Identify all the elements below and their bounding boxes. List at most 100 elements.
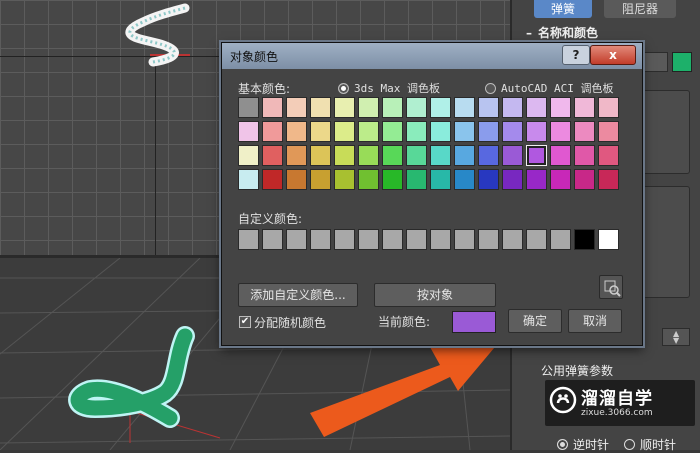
basic-color-swatch[interactable] [478,145,499,166]
custom-color-swatch[interactable] [406,229,427,250]
basic-color-swatch[interactable] [430,169,451,190]
basic-color-swatch[interactable] [238,145,259,166]
cancel-button[interactable]: 取消 [568,309,622,333]
palette-max-radio[interactable] [338,83,349,94]
basic-color-swatch[interactable] [262,169,283,190]
custom-color-swatch[interactable] [382,229,403,250]
basic-color-swatch[interactable] [358,97,379,118]
basic-color-swatch[interactable] [454,121,475,142]
basic-color-swatch[interactable] [574,169,595,190]
tab-damper[interactable]: 阻尼器 [604,0,676,18]
basic-color-swatch[interactable] [598,121,619,142]
basic-color-swatch[interactable] [286,121,307,142]
custom-color-swatch[interactable] [238,229,259,250]
object-color-swatch[interactable] [672,52,692,72]
basic-color-swatch[interactable] [358,121,379,142]
basic-color-swatch[interactable] [502,145,523,166]
help-button[interactable]: ? [562,45,590,65]
radio-ccw[interactable]: 逆时针 [557,436,609,453]
basic-color-swatch[interactable] [430,97,451,118]
basic-color-swatch[interactable] [262,145,283,166]
custom-color-swatch[interactable] [478,229,499,250]
spinner-arrows-icon[interactable]: ▲ ▼ [673,330,683,345]
basic-color-swatch[interactable] [382,145,403,166]
basic-color-swatch[interactable] [454,145,475,166]
basic-color-swatch[interactable] [382,97,403,118]
basic-color-swatch[interactable] [574,145,595,166]
basic-color-swatch[interactable] [334,121,355,142]
basic-color-swatch[interactable] [358,169,379,190]
basic-color-swatch[interactable] [454,169,475,190]
basic-color-swatch[interactable] [382,169,403,190]
basic-color-swatch[interactable] [478,169,499,190]
custom-color-swatch[interactable] [454,229,475,250]
custom-color-swatch[interactable] [286,229,307,250]
custom-color-swatch[interactable] [430,229,451,250]
basic-color-swatch[interactable] [310,121,331,142]
basic-color-swatch[interactable] [574,121,595,142]
custom-color-swatch[interactable] [334,229,355,250]
custom-color-swatch[interactable] [550,229,571,250]
radio-ccw-dot[interactable] [557,439,568,450]
basic-color-swatch[interactable] [550,97,571,118]
custom-color-swatch[interactable] [574,229,595,250]
basic-color-swatch[interactable] [238,121,259,142]
basic-color-swatch[interactable] [238,97,259,118]
collapse-icon[interactable]: – [526,26,532,40]
custom-color-swatch[interactable] [598,229,619,250]
close-button[interactable]: x [590,45,636,65]
radio-cw[interactable]: 顺时针 [624,436,676,453]
basic-color-swatch[interactable] [574,97,595,118]
by-object-button[interactable]: 按对象 [374,283,496,307]
current-color-swatch[interactable] [452,311,496,333]
basic-color-swatch[interactable] [502,121,523,142]
palette-acad-radio[interactable] [485,83,496,94]
basic-color-swatch[interactable] [262,97,283,118]
basic-color-swatch[interactable] [502,97,523,118]
basic-color-swatch[interactable] [310,145,331,166]
custom-color-swatch[interactable] [526,229,547,250]
basic-color-swatch[interactable] [406,121,427,142]
custom-color-swatch[interactable] [358,229,379,250]
basic-color-swatch[interactable] [430,121,451,142]
basic-color-swatch[interactable] [550,145,571,166]
spinner-field[interactable]: ▲ ▼ [662,328,690,346]
basic-color-swatch[interactable] [502,169,523,190]
eyedropper-button[interactable] [599,275,623,299]
basic-color-swatch[interactable] [478,97,499,118]
basic-color-swatch[interactable] [526,145,547,166]
ok-button[interactable]: 确定 [508,309,562,333]
basic-color-swatch[interactable] [430,145,451,166]
basic-color-swatch[interactable] [310,169,331,190]
basic-color-swatch[interactable] [286,169,307,190]
basic-color-swatch[interactable] [262,121,283,142]
basic-color-swatch[interactable] [286,145,307,166]
basic-color-swatch[interactable] [334,145,355,166]
add-custom-color-button[interactable]: 添加自定义颜色... [238,283,358,307]
basic-color-swatch[interactable] [406,97,427,118]
basic-color-swatch[interactable] [478,121,499,142]
basic-color-swatch[interactable] [382,121,403,142]
basic-color-swatch[interactable] [310,97,331,118]
basic-color-swatch[interactable] [334,169,355,190]
basic-color-swatch[interactable] [526,97,547,118]
custom-color-swatch[interactable] [502,229,523,250]
basic-color-swatch[interactable] [550,169,571,190]
basic-color-swatch[interactable] [454,97,475,118]
spring-solid[interactable] [70,328,193,426]
custom-color-swatch[interactable] [310,229,331,250]
basic-color-swatch[interactable] [334,97,355,118]
radio-cw-dot[interactable] [624,439,635,450]
basic-color-swatch[interactable] [598,145,619,166]
dialog-titlebar[interactable]: 对象颜色 ? x [222,43,642,69]
spring-wireframe-top[interactable] [115,0,195,70]
basic-color-swatch[interactable] [358,145,379,166]
basic-color-swatch[interactable] [598,169,619,190]
tab-spring[interactable]: 弹簧 [534,0,592,18]
basic-color-swatch[interactable] [238,169,259,190]
rollout-name-color[interactable]: – 名称和颜色 [526,24,598,41]
basic-color-swatch[interactable] [526,169,547,190]
basic-color-swatch[interactable] [598,97,619,118]
basic-color-swatch[interactable] [526,121,547,142]
custom-color-swatch[interactable] [262,229,283,250]
